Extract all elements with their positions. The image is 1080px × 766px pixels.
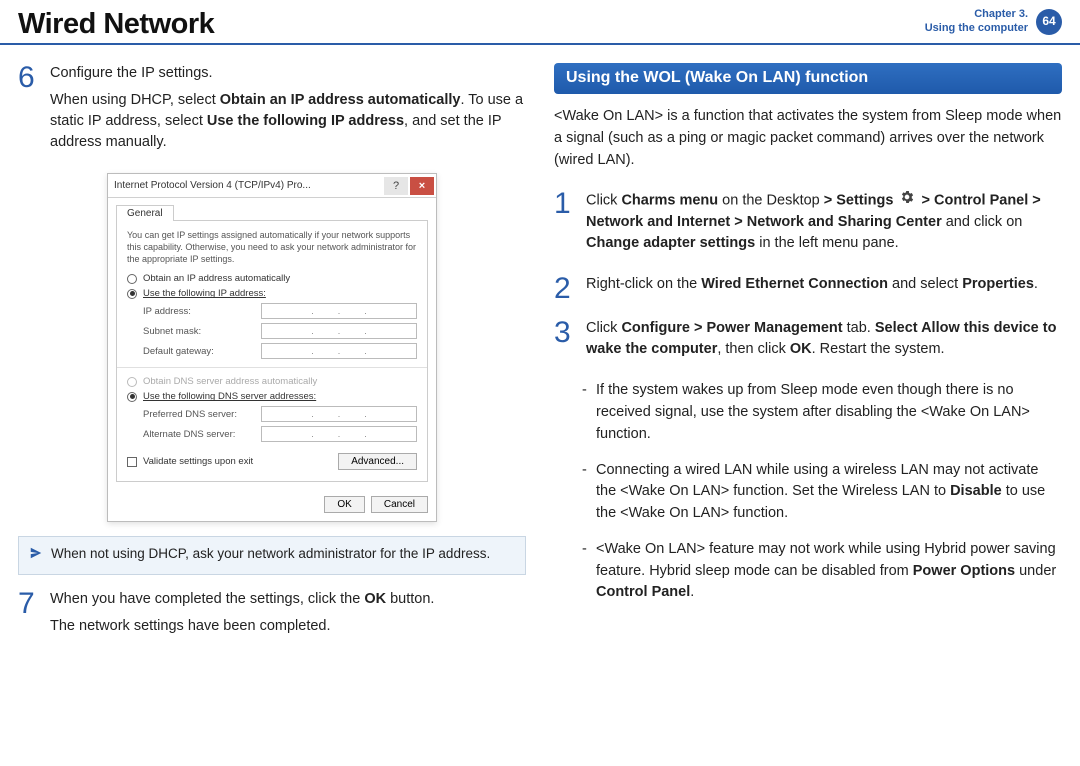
dialog-note: You can get IP settings assigned automat…: [127, 229, 417, 265]
radio-icon: [127, 392, 137, 402]
wol-step-2: 2 Right-click on the Wired Ethernet Conn…: [554, 274, 1062, 304]
wol-step-3: 3 Click Configure > Power Management tab…: [554, 318, 1062, 366]
separator: [117, 367, 427, 368]
step-6: 6 Configure the IP settings. When using …: [18, 63, 526, 159]
radio-icon: [127, 377, 137, 387]
dialog-figure: Internet Protocol Version 4 (TCP/IPv4) P…: [18, 173, 526, 522]
tab-general[interactable]: General: [116, 205, 174, 221]
radio-obtain-dns[interactable]: Obtain DNS server address automatically: [127, 376, 417, 387]
field-pdns: Preferred DNS server: ...: [143, 406, 417, 422]
dialog-title: Internet Protocol Version 4 (TCP/IPv4) P…: [114, 180, 382, 191]
step-number: 3: [554, 318, 576, 366]
chapter-label: Chapter 3.: [925, 8, 1028, 22]
info-text: When not using DHCP, ask your network ad…: [51, 545, 490, 564]
step-number: 2: [554, 274, 576, 304]
step-body: Click Configure > Power Management tab. …: [586, 318, 1062, 366]
step-7: 7 When you have completed the settings, …: [18, 589, 526, 643]
page-title: Wired Network: [18, 8, 214, 41]
label-mask: Subnet mask:: [143, 326, 253, 337]
label-adns: Alternate DNS server:: [143, 429, 253, 440]
step7-line1: When you have completed the settings, cl…: [50, 589, 434, 610]
step-body: Right-click on the Wired Ethernet Connec…: [586, 274, 1038, 304]
section-label: Using the computer: [925, 22, 1028, 36]
help-button[interactable]: ?: [384, 177, 408, 195]
step-body: When you have completed the settings, cl…: [50, 589, 434, 643]
content-columns: 6 Configure the IP settings. When using …: [0, 45, 1080, 657]
left-column: 6 Configure the IP settings. When using …: [18, 63, 526, 657]
radio-use-dns[interactable]: Use the following DNS server addresses:: [127, 391, 417, 402]
dialog-footer: OK Cancel: [108, 490, 436, 521]
input-mask[interactable]: ...: [261, 323, 417, 339]
step6-line1: Configure the IP settings.: [50, 63, 526, 84]
section-heading: Using the WOL (Wake On LAN) function: [554, 63, 1062, 94]
step-number: 7: [18, 589, 40, 643]
cancel-button[interactable]: Cancel: [371, 496, 428, 513]
radio-use-ip[interactable]: Use the following IP address:: [127, 288, 417, 299]
dialog-pane: You can get IP settings assigned automat…: [116, 220, 428, 482]
input-gw[interactable]: ...: [261, 343, 417, 359]
radio-icon: [127, 289, 137, 299]
advanced-button[interactable]: Advanced...: [338, 453, 417, 470]
step7-line2: The network settings have been completed…: [50, 616, 434, 637]
wol-note-2: Connecting a wired LAN while using a wir…: [582, 460, 1062, 525]
page-number-badge: 64: [1036, 9, 1062, 35]
gear-icon: [899, 189, 915, 212]
input-ip[interactable]: ...: [261, 303, 417, 319]
step-number: 6: [18, 63, 40, 159]
step-number: 1: [554, 189, 576, 260]
dialog-titlebar: Internet Protocol Version 4 (TCP/IPv4) P…: [108, 174, 436, 198]
input-adns[interactable]: ...: [261, 426, 417, 442]
ok-button[interactable]: OK: [324, 496, 364, 513]
field-gw: Default gateway: ...: [143, 343, 417, 359]
ipv4-dialog: Internet Protocol Version 4 (TCP/IPv4) P…: [107, 173, 437, 522]
step-body: Configure the IP settings. When using DH…: [50, 63, 526, 159]
close-button[interactable]: ×: [410, 177, 434, 195]
label-gw: Default gateway:: [143, 346, 253, 357]
wol-step-1: 1 Click Charms menu on the Desktop > Set…: [554, 189, 1062, 260]
wol-intro: <Wake On LAN> is a function that activat…: [554, 106, 1062, 171]
header-meta: Chapter 3. Using the computer 64: [925, 8, 1062, 36]
checkbox-icon: [127, 457, 137, 467]
checkbox-validate[interactable]: Validate settings upon exit: [127, 456, 253, 467]
right-column: Using the WOL (Wake On LAN) function <Wa…: [554, 63, 1062, 657]
label-ip: IP address:: [143, 306, 253, 317]
field-ip: IP address: ...: [143, 303, 417, 319]
wol-note-3: <Wake On LAN> feature may not work while…: [582, 539, 1062, 604]
wol-notes: If the system wakes up from Sleep mode e…: [582, 380, 1062, 604]
field-mask: Subnet mask: ...: [143, 323, 417, 339]
radio-icon: [127, 274, 137, 284]
note-icon: [29, 545, 43, 566]
wol-note-1: If the system wakes up from Sleep mode e…: [582, 380, 1062, 445]
radio-obtain-ip[interactable]: Obtain an IP address automatically: [127, 273, 417, 284]
label-pdns: Preferred DNS server:: [143, 409, 253, 420]
info-box: When not using DHCP, ask your network ad…: [18, 536, 526, 575]
field-adns: Alternate DNS server: ...: [143, 426, 417, 442]
step-body: Click Charms menu on the Desktop > Setti…: [586, 189, 1062, 260]
step6-line2: When using DHCP, select Obtain an IP add…: [50, 90, 526, 153]
input-pdns[interactable]: ...: [261, 406, 417, 422]
page-header: Wired Network Chapter 3. Using the compu…: [0, 0, 1080, 45]
